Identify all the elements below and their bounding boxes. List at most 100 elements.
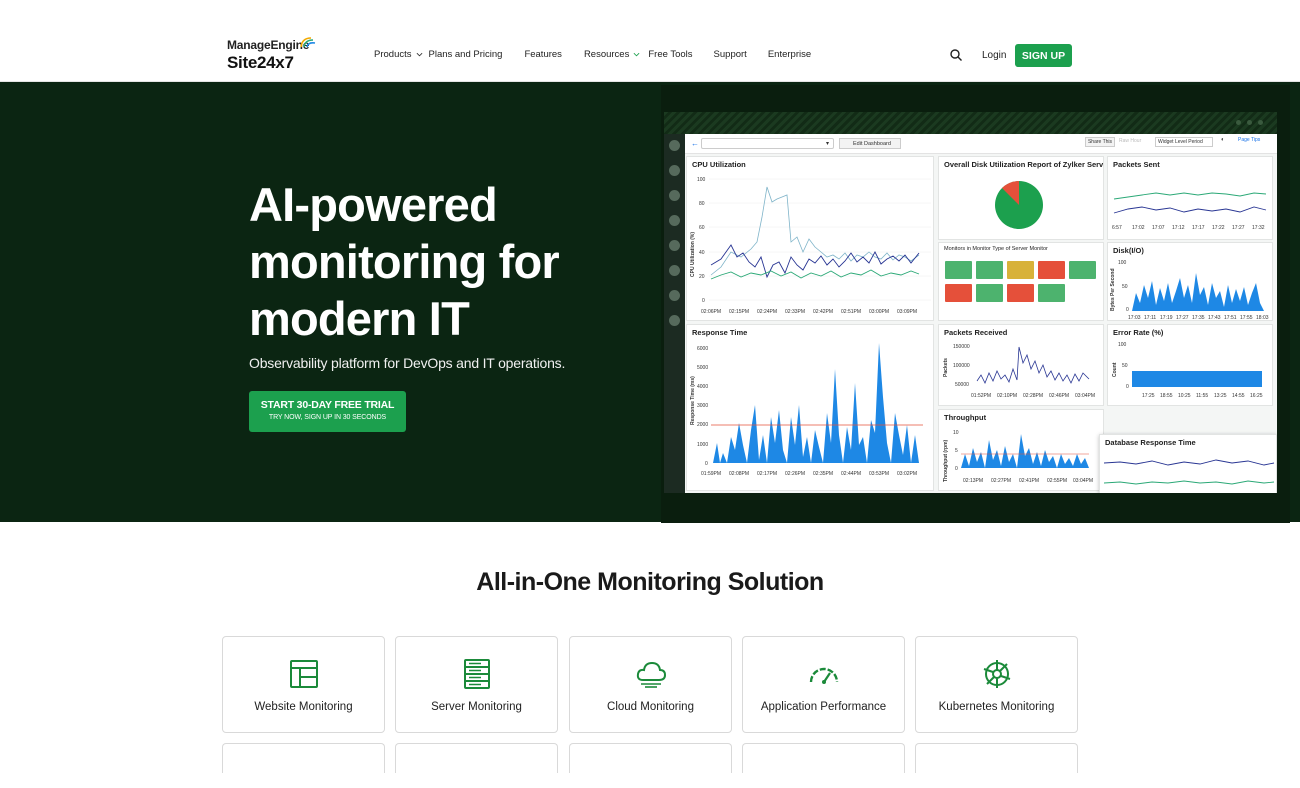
x-tick: 10:25 — [1178, 393, 1191, 399]
monitor-status-tile[interactable] — [945, 284, 972, 302]
card-label: Website Monitoring — [254, 701, 353, 713]
y-tick: 5 — [955, 448, 958, 454]
page-tips-link[interactable]: Page Tips — [1238, 137, 1260, 143]
card-website-monitoring[interactable]: Website Monitoring — [222, 636, 385, 733]
database-response-widget: Database Response Time — [1099, 434, 1277, 493]
menu-item-label: Free Tools — [648, 49, 693, 60]
y-tick: 20 — [699, 274, 705, 280]
y-tick: 0 — [705, 461, 708, 467]
x-tick: 17:19 — [1160, 315, 1173, 321]
menu-item-resources[interactable]: Resources — [584, 49, 640, 60]
window-dot-icon — [1258, 120, 1263, 125]
menu-item-features[interactable]: Features — [524, 49, 562, 60]
card-placeholder[interactable] — [742, 743, 905, 773]
database-response-chart — [1103, 459, 1275, 485]
menu-item-free-tools[interactable]: Free Tools — [648, 49, 692, 60]
edit-dashboard-button[interactable]: Edit Dashboard — [839, 138, 901, 149]
x-tick: 02:46PM — [1049, 393, 1069, 399]
chevron-down-icon — [416, 52, 422, 57]
card-cloud-monitoring[interactable]: Cloud Monitoring — [569, 636, 732, 733]
x-tick: 03:53PM — [869, 471, 889, 477]
menu-item-label: Support — [713, 49, 747, 60]
card-placeholder[interactable] — [222, 743, 385, 773]
y-tick: 50000 — [955, 382, 969, 388]
menu-item-label: Enterprise — [767, 49, 812, 60]
dashboard-preview: ← ▾ Edit Dashboard Share This Raw Hour W… — [661, 85, 1290, 523]
website-monitoring-icon — [290, 660, 318, 688]
y-tick: 50 — [1122, 363, 1128, 369]
hero-subtitle: Observability platform for DevOps and IT… — [249, 355, 566, 371]
x-tick: 02:55PM — [1047, 478, 1067, 484]
x-tick: 11:55 — [1196, 393, 1208, 399]
share-button[interactable]: Share This — [1085, 137, 1115, 147]
x-tick: 02:35PM — [813, 471, 833, 477]
menu-item-products[interactable]: Products — [374, 49, 423, 60]
x-tick: 13:25 — [1214, 393, 1227, 399]
x-tick: 17:27 — [1232, 225, 1245, 231]
menu-item-pricing[interactable]: Plans and Pricing — [429, 49, 503, 60]
server-monitoring-icon — [464, 659, 490, 689]
hero-title: AI-powered monitoring for modern IT — [249, 176, 649, 347]
monitor-status-tile[interactable] — [1069, 261, 1096, 279]
y-tick: 4000 — [697, 384, 708, 390]
y-tick: 5000 — [697, 365, 708, 371]
x-tick: 6:57 — [1112, 225, 1122, 231]
hero-title-line: monitoring for — [249, 235, 560, 288]
x-tick: 17:03 — [1128, 315, 1141, 321]
x-tick: 17:22 — [1212, 225, 1225, 231]
x-tick: 02:41PM — [1019, 478, 1039, 484]
x-tick: 16:25 — [1250, 393, 1263, 399]
x-tick: 02:24PM — [757, 309, 777, 315]
x-tick: 18:55 — [1160, 393, 1173, 399]
card-server-monitoring[interactable]: Server Monitoring — [395, 636, 558, 733]
hero-title-line: AI-powered — [249, 178, 498, 231]
monitor-status-tile[interactable] — [1007, 284, 1034, 302]
dashboard-select[interactable]: ▾ — [701, 138, 834, 149]
x-tick: 02:13PM — [963, 478, 983, 484]
x-tick: 17:32 — [1252, 225, 1265, 231]
theme-toggle-icon[interactable]: ◐ — [1221, 137, 1225, 143]
y-tick: 40 — [699, 250, 705, 256]
window-dot-icon — [1247, 120, 1252, 125]
x-tick: 17:55 — [1240, 315, 1253, 321]
signup-button[interactable]: SIGN UP — [1015, 44, 1072, 67]
x-tick: 03:02PM — [897, 471, 917, 477]
back-arrow-icon[interactable]: ← — [691, 139, 699, 148]
raw-toggle[interactable]: Raw Hour — [1119, 138, 1141, 144]
window-dot-icon — [1236, 120, 1241, 125]
card-placeholder[interactable] — [915, 743, 1078, 773]
monitor-status-tile[interactable] — [1038, 284, 1065, 302]
x-tick: 02:28PM — [1023, 393, 1043, 399]
start-free-trial-button[interactable]: START 30-DAY FREE TRIAL TRY NOW, SIGN UP… — [249, 391, 406, 432]
disk-utilization-widget: Overall Disk Utilization Report of Zylke… — [938, 156, 1104, 240]
menu-item-enterprise[interactable]: Enterprise — [768, 49, 811, 60]
x-tick: 02:33PM — [785, 309, 805, 315]
login-link[interactable]: Login — [982, 50, 1006, 61]
card-kubernetes-monitoring[interactable]: Kubernetes Monitoring — [915, 636, 1078, 733]
monitor-status-tile[interactable] — [976, 284, 1003, 302]
card-placeholder[interactable] — [569, 743, 732, 773]
monitor-status-tile[interactable] — [976, 261, 1003, 279]
search-icon[interactable] — [949, 48, 963, 62]
card-label: Cloud Monitoring — [607, 701, 694, 713]
x-tick: 02:51PM — [841, 309, 861, 315]
rail-icon — [669, 165, 680, 176]
monitor-status-tile[interactable] — [1038, 261, 1065, 279]
rail-icon — [669, 290, 680, 301]
y-tick: 10 — [953, 430, 959, 436]
packets-sent-chart: 6:57 17:02 17:07 17:12 17:17 17:22 17:27… — [1112, 192, 1267, 231]
y-tick: 100000 — [953, 363, 970, 369]
error-rate-bar — [1132, 371, 1262, 387]
period-select[interactable]: Widget Level Period — [1155, 137, 1213, 147]
card-placeholder[interactable] — [395, 743, 558, 773]
x-tick: 17:35 — [1192, 315, 1205, 321]
monitor-status-tile[interactable] — [1007, 261, 1034, 279]
site24x7-logo[interactable]: ManageEngine Site24x7 — [227, 37, 316, 73]
x-tick: 17:12 — [1172, 225, 1185, 231]
caret-down-icon: ▾ — [825, 141, 829, 147]
y-axis-label: Count — [1112, 362, 1118, 377]
card-application-performance[interactable]: Application Performance — [742, 636, 905, 733]
section-title: All-in-One Monitoring Solution — [476, 568, 824, 596]
monitor-status-tile[interactable] — [945, 261, 972, 279]
menu-item-support[interactable]: Support — [714, 49, 747, 60]
